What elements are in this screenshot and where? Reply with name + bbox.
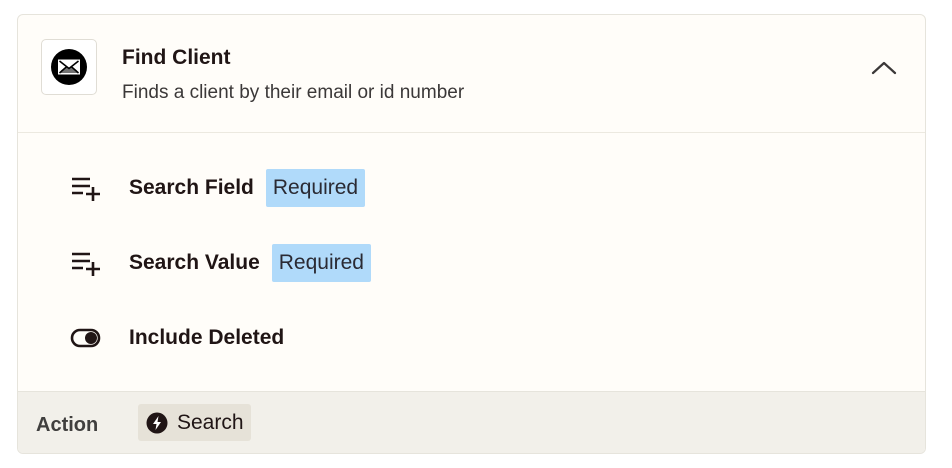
field-row-include-deleted[interactable]: Include Deleted: [70, 318, 284, 358]
add-field-icon: [70, 247, 102, 279]
step-card: Find Client Finds a client by their emai…: [17, 14, 926, 454]
action-label: Search: [177, 410, 244, 434]
step-title: Find Client: [122, 46, 231, 69]
field-label: Include Deleted: [129, 326, 285, 349]
step-footer: Action Search: [18, 391, 925, 453]
required-badge: Required: [265, 169, 366, 207]
field-label: Search Value: [129, 251, 260, 274]
step-description: Finds a client by their email or id numb…: [122, 82, 465, 103]
field-label: Search Field: [129, 176, 254, 199]
action-type-chip[interactable]: Search: [138, 404, 251, 441]
step-header[interactable]: Find Client Finds a client by their emai…: [18, 15, 925, 133]
toggle-icon: [70, 322, 102, 354]
footer-label: Action: [36, 414, 99, 436]
add-field-icon: [70, 172, 102, 204]
chevron-up-icon: [871, 61, 897, 75]
field-row-search-value[interactable]: Search Value Required: [70, 243, 371, 283]
envelope-logo-icon: [51, 49, 87, 85]
bolt-icon: [146, 412, 168, 434]
required-badge: Required: [271, 244, 371, 282]
app-logo: [41, 39, 97, 95]
field-row-search-field[interactable]: Search Field Required: [70, 168, 366, 208]
collapse-button[interactable]: [866, 53, 902, 83]
